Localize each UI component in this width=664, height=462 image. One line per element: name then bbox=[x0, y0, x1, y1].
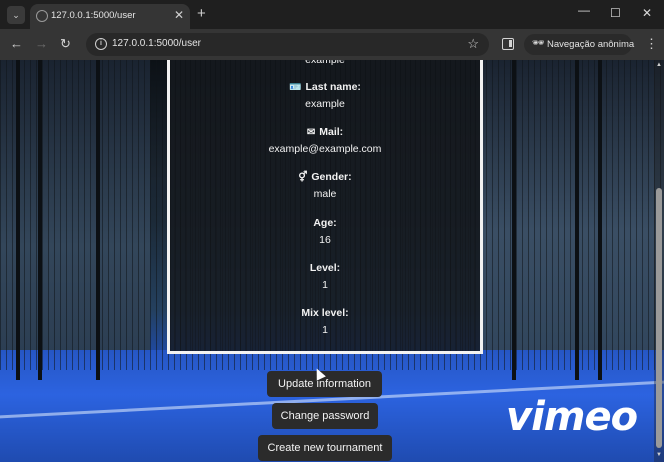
address-bar[interactable]: i 127.0.0.1:5000/user ☆ bbox=[86, 33, 489, 56]
create-tournament-button[interactable]: Create new tournament bbox=[258, 435, 392, 461]
incognito-icon: 🕶 bbox=[532, 38, 545, 49]
fence-post bbox=[598, 60, 602, 380]
browser-window: ⌄ 127.0.0.1:5000/user ✕ + — ☐ ✕ ← → ↻ i … bbox=[0, 0, 664, 462]
envelope-icon: ✉ bbox=[306, 127, 316, 138]
fence-post bbox=[96, 60, 100, 380]
close-icon[interactable]: ✕ bbox=[642, 6, 652, 20]
maximize-icon[interactable]: ☐ bbox=[610, 6, 621, 20]
page-viewport: example 🪪 Last name: example ✉ Mail: examp… bbox=[0, 60, 664, 462]
star-icon[interactable]: ☆ bbox=[467, 36, 479, 52]
gender-icon: ⚥ bbox=[298, 172, 308, 183]
field-age: Age: 16 bbox=[170, 217, 480, 246]
tab-strip: ⌄ 127.0.0.1:5000/user ✕ + — ☐ ✕ bbox=[0, 0, 664, 29]
scroll-thumb[interactable] bbox=[656, 188, 662, 448]
field-mail: ✉ Mail: example@example.com bbox=[170, 126, 480, 155]
field-label: Mail: bbox=[319, 126, 344, 138]
url-text[interactable]: 127.0.0.1:5000/user bbox=[112, 38, 201, 49]
id-card-icon: 🪪 bbox=[289, 82, 302, 93]
field-value: 16 bbox=[319, 234, 331, 246]
field-label: Level: bbox=[309, 262, 341, 274]
field-value: 1 bbox=[322, 324, 328, 336]
field-label: Mix level: bbox=[301, 307, 349, 319]
incognito-badge[interactable]: 🕶 Navegação anônima bbox=[524, 34, 635, 55]
scroll-down-icon[interactable]: ▼ bbox=[656, 452, 662, 458]
minimize-icon[interactable]: — bbox=[578, 3, 590, 17]
field-value: 1 bbox=[322, 279, 328, 291]
profile-card: example 🪪 Last name: example ✉ Mail: examp… bbox=[167, 60, 483, 354]
fence-post bbox=[16, 60, 20, 380]
arrow-right-icon[interactable]: → bbox=[35, 36, 48, 51]
new-tab-button[interactable]: + bbox=[197, 5, 206, 22]
field-gender: ⚥ Gender: male bbox=[170, 171, 480, 200]
field-last-name: 🪪 Last name: example bbox=[170, 81, 480, 110]
tab-user[interactable]: 127.0.0.1:5000/user ✕ bbox=[30, 4, 190, 29]
globe-icon bbox=[36, 10, 48, 22]
field-label: Age: bbox=[313, 217, 337, 229]
field-level: Level: 1 bbox=[170, 262, 480, 291]
kebab-menu-icon[interactable]: ⋮ bbox=[645, 36, 658, 52]
chevron-down-icon[interactable]: ⌄ bbox=[7, 6, 25, 24]
field-label: Gender: bbox=[311, 171, 352, 183]
scroll-up-icon[interactable]: ▲ bbox=[656, 62, 662, 68]
field-value: example bbox=[305, 98, 345, 110]
incognito-label: Navegação anônima bbox=[547, 39, 635, 50]
info-icon[interactable]: i bbox=[95, 38, 107, 50]
tab-title: 127.0.0.1:5000/user bbox=[51, 10, 136, 21]
vimeo-watermark: vimeo bbox=[506, 394, 638, 440]
close-icon[interactable]: ✕ bbox=[174, 8, 184, 22]
arrow-left-icon[interactable]: ← bbox=[10, 36, 23, 51]
field-label: Last name: bbox=[305, 81, 361, 93]
field-value: male bbox=[313, 188, 337, 200]
field-value: example@example.com bbox=[268, 143, 382, 155]
fence-post bbox=[575, 60, 579, 380]
fence-post bbox=[512, 60, 516, 380]
browser-toolbar: ← → ↻ i 127.0.0.1:5000/user ☆ 🕶 Navegaçã… bbox=[0, 29, 664, 60]
fence-post bbox=[38, 60, 42, 380]
change-password-button[interactable]: Change password bbox=[272, 403, 378, 429]
field-mix-level: Mix level: 1 bbox=[170, 307, 480, 336]
reload-icon[interactable]: ↻ bbox=[60, 36, 71, 52]
side-panel-icon[interactable] bbox=[502, 38, 514, 50]
first-name-value: example bbox=[305, 60, 345, 66]
page-scrollbar[interactable]: ▲ ▼ bbox=[654, 60, 664, 462]
